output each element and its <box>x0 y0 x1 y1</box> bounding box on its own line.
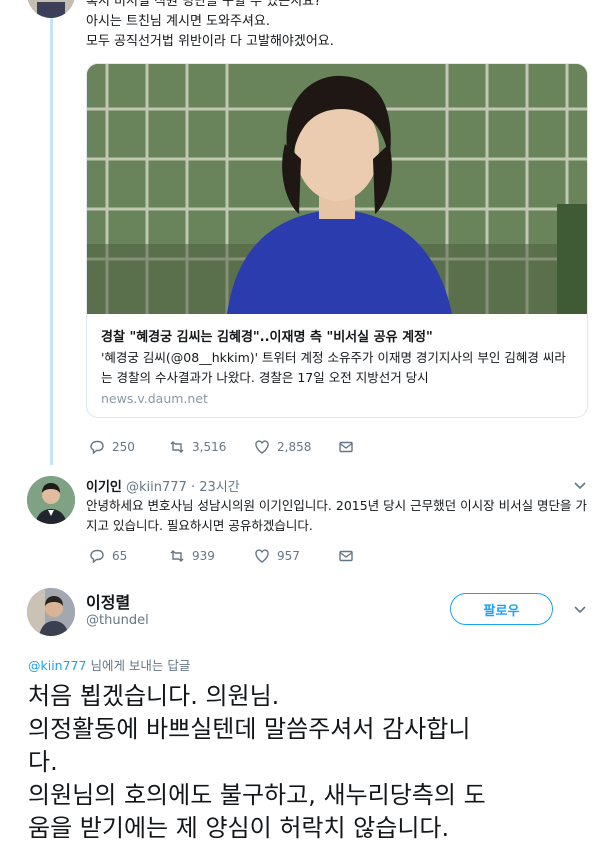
tweet-text: 처음 뵙겠습니다. 의원님. 의정활동에 바쁘실텐데 말씀주셔서 감사합니 다.… <box>28 680 588 845</box>
retweet-icon <box>170 441 184 453</box>
like-button[interactable]: 957 <box>254 548 338 564</box>
tweet-line: 다. <box>28 748 58 776</box>
tweet-line: 처음 뵙겠습니다. 의원님. <box>28 682 280 710</box>
retweet-icon <box>170 550 184 562</box>
card-image <box>87 64 587 314</box>
avatar[interactable] <box>27 476 75 524</box>
reply-button[interactable]: 65 <box>89 548 169 564</box>
chevron-down-icon[interactable] <box>573 480 587 494</box>
user-handle: @thundel <box>86 613 149 628</box>
replying-to: @kiin777 님에게 보내는 답글 <box>28 655 190 674</box>
reply-icon <box>90 549 104 564</box>
message-button[interactable] <box>338 548 354 564</box>
like-button[interactable]: 2,858 <box>254 439 338 455</box>
replying-to-label: 님에게 보내는 답글 <box>86 658 191 673</box>
display-name[interactable]: 이기인 <box>86 480 122 495</box>
retweet-button[interactable]: 939 <box>169 548 254 564</box>
tweet-actions: 65 939 957 <box>89 548 354 564</box>
tweet-line: 혹시 비서실 직원 명단을 구할 수 있는지요? <box>86 0 322 9</box>
follow-button[interactable]: 팔로우 <box>450 593 553 625</box>
tweet-line: 움을 받기에는 제 양심이 허락치 않습니다. <box>28 814 450 842</box>
tweet-line: 아시는 트친님 계시면 도와주셔요. <box>86 14 270 29</box>
like-count: 957 <box>277 549 300 563</box>
avatar[interactable] <box>27 0 75 18</box>
reply-count: 250 <box>112 440 135 454</box>
retweet-count: 3,516 <box>192 440 227 454</box>
envelope-icon <box>339 441 353 453</box>
thread-connector-line <box>50 0 53 465</box>
user-handle: @kiin777 · 23시간 <box>126 480 240 495</box>
tweet-line: 모두 공직선거법 위반이라 다 고발해야겠어요. <box>86 34 334 49</box>
heart-icon <box>255 440 269 454</box>
retweet-button[interactable]: 3,516 <box>169 439 254 455</box>
reply-count: 65 <box>112 549 128 563</box>
like-count: 2,858 <box>277 440 312 454</box>
card-url: news.v.daum.net <box>101 391 208 406</box>
tweet-text: 안녕하세요 변호사님 성남시의원 이기인입니다. 2015년 당시 근무했던 이… <box>86 498 588 533</box>
card-title: 경찰 "혜경궁 김씨는 김혜경"..이재명 측 "비서실 공유 계정" <box>101 330 433 345</box>
reply-icon <box>90 440 104 455</box>
link-preview-card[interactable]: 경찰 "혜경궁 김씨는 김혜경"..이재명 측 "비서실 공유 계정" '혜경궁… <box>86 63 588 418</box>
card-description: '혜경궁 김씨(@08__hkkim)' 트위터 계정 소유주가 이재명 경기지… <box>101 350 566 385</box>
mention-link[interactable]: @kiin777 <box>28 658 86 673</box>
chevron-down-icon[interactable] <box>573 604 587 618</box>
tweet-author: 이기인 @kiin777 · 23시간 <box>86 476 240 495</box>
tweet-text: 혹시 비서실 직원 명단을 구할 수 있는지요? 아시는 트친님 계시면 도와주… <box>86 0 334 52</box>
envelope-icon <box>339 550 353 562</box>
display-name[interactable]: 이정렬 <box>86 589 130 613</box>
retweet-count: 939 <box>192 549 215 563</box>
message-button[interactable] <box>338 439 354 455</box>
heart-icon <box>255 549 269 563</box>
avatar[interactable] <box>27 588 75 636</box>
tweet-line: 의원님의 호의에도 불구하고, 새누리당측의 도 <box>28 781 486 809</box>
tweet-line: 의정활동에 바쁘실텐데 말씀주셔서 감사합니 <box>28 715 471 743</box>
tweet-actions: 250 3,516 2,858 <box>89 439 354 455</box>
reply-button[interactable]: 250 <box>89 439 169 455</box>
